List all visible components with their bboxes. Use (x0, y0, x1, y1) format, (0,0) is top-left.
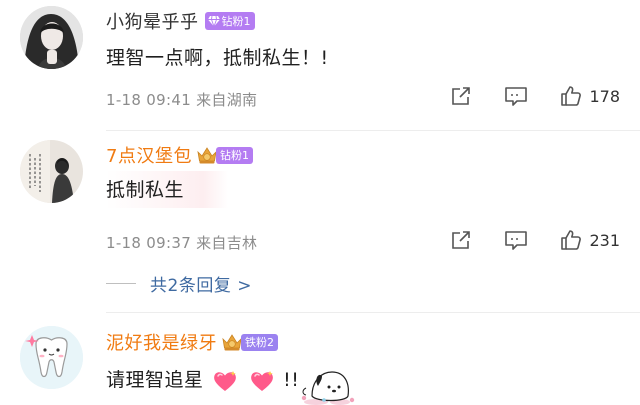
comment-text: 请理智追星 !! (106, 365, 299, 393)
avatar-image (20, 326, 83, 389)
username[interactable]: 小狗晕乎乎 (106, 8, 199, 34)
fan-badge[interactable]: 铁粉2 (221, 332, 278, 352)
comment-icon (505, 231, 528, 250)
fan-badge[interactable]: 钻粉1 (196, 145, 253, 165)
comment-meta: 1-18 09:37 来自吉林 (106, 232, 257, 253)
thumbs-up-icon (561, 86, 582, 106)
comment-time: 1-18 09:37 (106, 234, 192, 252)
comment-text: 抵制私生 (106, 171, 229, 208)
view-replies-link[interactable]: 共2条回复 > (150, 271, 252, 296)
avatar[interactable] (20, 6, 83, 69)
share-icon (452, 87, 471, 105)
heart-emoji-icon (214, 370, 237, 391)
comment-meta: 1-18 09:41 来自湖南 (106, 89, 257, 110)
fan-badge-label: 钻粉1 (215, 146, 253, 164)
comment-time: 1-18 09:41 (106, 91, 192, 109)
diamond-icon (207, 15, 220, 28)
fan-badge-label: 铁粉2 (241, 333, 278, 351)
comment-actions: 231 (449, 228, 620, 252)
like-button[interactable]: 231 (559, 228, 620, 252)
comment-icon (505, 87, 528, 106)
heart-emoji-icon (250, 370, 273, 391)
comment-item: 泥好我是绿牙 铁粉2 请理智追星 !! (0, 313, 640, 405)
like-count: 178 (589, 86, 620, 106)
comment-actions: 178 (449, 84, 620, 108)
crown-icon (222, 334, 242, 351)
comment-list: 小狗晕乎乎 钻粉1 理智一点啊，抵制私生！! 1-18 09:41 来自湖南 1… (0, 0, 640, 405)
pochacco-sticker (301, 371, 355, 405)
avatar[interactable] (20, 140, 83, 203)
comment-text: 理智一点啊，抵制私生！! (106, 47, 329, 69)
username[interactable]: 泥好我是绿牙 (106, 329, 217, 355)
comment-text-content: 抵制私生 (106, 179, 185, 201)
avatar-image (20, 6, 83, 69)
username[interactable]: 7点汉堡包 (106, 142, 192, 168)
replies-row: 共2条回复 > (106, 271, 252, 296)
share-button[interactable] (449, 228, 473, 252)
comment-item: 7点汉堡包 钻粉1 抵制私生 1-18 09:37 来自吉林 231 共2条回复… (0, 131, 640, 311)
comment-button[interactable] (503, 84, 529, 108)
avatar[interactable] (20, 326, 83, 389)
comment-location: 来自湖南 (196, 91, 258, 109)
like-button[interactable]: 178 (559, 84, 620, 108)
like-count: 231 (589, 230, 620, 250)
share-button[interactable] (449, 84, 473, 108)
fan-badge-label: 钻粉1 (221, 15, 251, 28)
fan-badge[interactable]: 钻粉1 (204, 12, 255, 30)
comment-location: 来自吉林 (196, 234, 258, 252)
comment-item: 小狗晕乎乎 钻粉1 理智一点啊，抵制私生！! 1-18 09:41 来自湖南 1… (0, 0, 640, 135)
crown-icon (197, 147, 217, 164)
thumbs-up-icon (561, 230, 582, 250)
share-icon (452, 231, 471, 249)
replies-divider (106, 282, 136, 284)
comment-text-prefix: 请理智追星 (106, 369, 204, 391)
comment-button[interactable] (503, 228, 529, 252)
avatar-image (20, 140, 83, 203)
